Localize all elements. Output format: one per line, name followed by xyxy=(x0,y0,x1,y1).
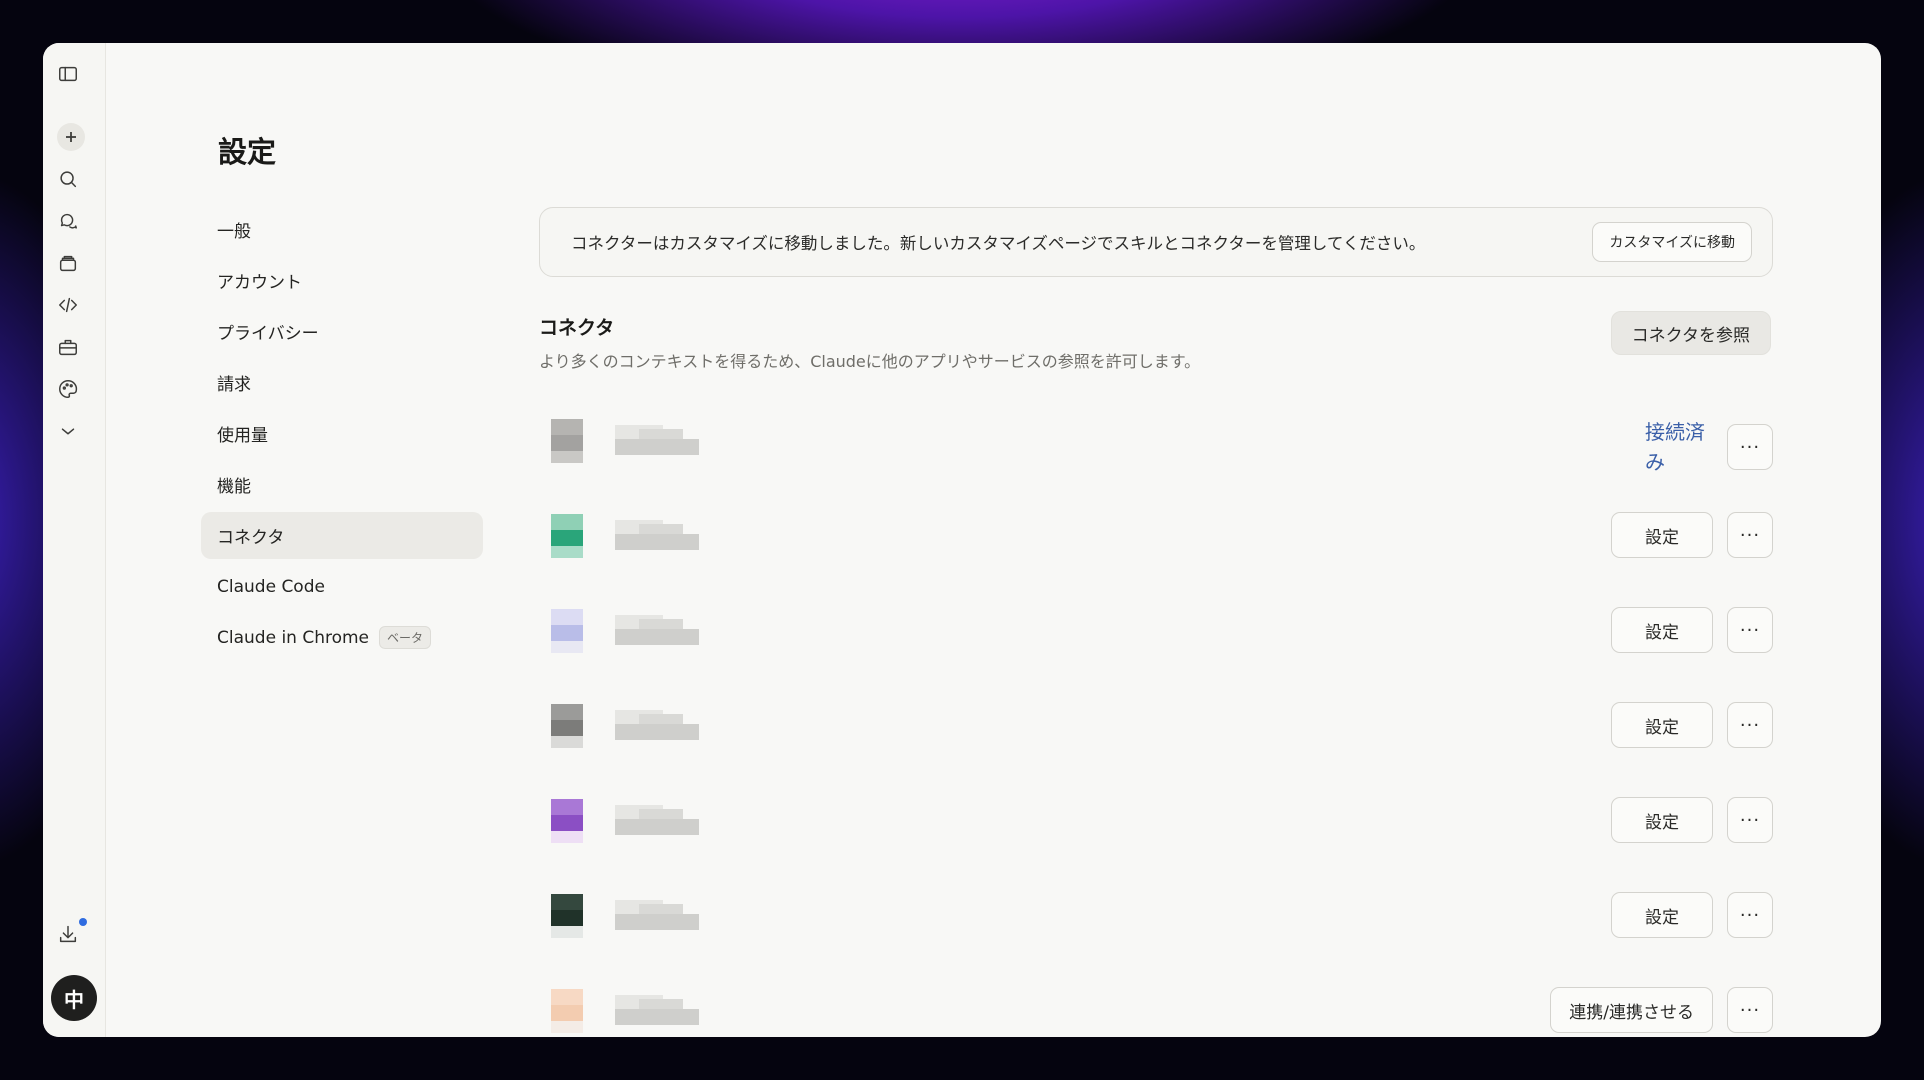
more-options-button[interactable]: ··· xyxy=(1727,702,1773,748)
chevron-down-icon[interactable] xyxy=(56,419,80,443)
more-options-button[interactable]: ··· xyxy=(1727,607,1773,653)
connector-logo-icon xyxy=(539,795,587,843)
notification-dot xyxy=(79,918,87,926)
nav-item-label: 請求 xyxy=(217,375,251,395)
nav-item-label: 機能 xyxy=(217,477,251,497)
settings-nav-item[interactable]: 請求 xyxy=(201,359,483,406)
more-options-button[interactable]: ··· xyxy=(1727,987,1773,1033)
settings-nav: 一般アカウントプライバシー 請求使用量機能コネクタ Claude Code Claud… xyxy=(201,206,483,665)
connector-config-button[interactable]: 設定 xyxy=(1611,607,1713,653)
page-title: 設定 xyxy=(218,135,277,169)
connector-config-button[interactable]: 設定 xyxy=(1611,512,1713,558)
new-chat-button[interactable] xyxy=(57,123,85,151)
connector-name-redacted xyxy=(599,805,699,835)
settings-nav-item[interactable]: 機能 xyxy=(201,461,483,508)
connector-name-redacted xyxy=(599,900,699,930)
projects-icon[interactable] xyxy=(56,251,80,275)
connector-actions: 接続済み ··· xyxy=(1645,417,1773,477)
connector-logo-icon xyxy=(539,415,587,463)
nav-item-label: Claude in Chrome xyxy=(217,627,370,648)
connector-logo-icon xyxy=(539,700,587,748)
settings-nav-item[interactable]: Claude in Chrome ベータ xyxy=(201,614,483,661)
nav-item-label: 一般 xyxy=(217,222,251,242)
connector-actions: 設定 ··· xyxy=(1611,607,1773,653)
connected-status-link[interactable]: 接続済み xyxy=(1645,417,1713,477)
code-icon[interactable] xyxy=(56,293,80,317)
palette-icon[interactable] xyxy=(56,377,80,401)
connector-logo-icon xyxy=(539,510,587,558)
moved-banner: コネクターはカスタマイズに移動しました。新しいカスタマイズページでスキルとコネク… xyxy=(539,207,1773,277)
connector-row: 連携/連携させる ··· xyxy=(539,967,1773,1037)
settings-nav-item[interactable]: 一般 xyxy=(201,206,483,253)
connector-config-button[interactable]: 設定 xyxy=(1611,892,1713,938)
beta-badge: ベータ xyxy=(379,626,432,649)
connector-name-redacted xyxy=(599,995,699,1025)
connector-logo-icon xyxy=(539,605,587,653)
more-options-button[interactable]: ··· xyxy=(1727,424,1773,470)
search-icon[interactable] xyxy=(56,167,80,191)
settings-nav-item[interactable]: プライバシー xyxy=(201,308,483,355)
download-icon[interactable] xyxy=(56,922,80,946)
avatar[interactable]: 中 xyxy=(51,975,97,1021)
connector-name-redacted xyxy=(599,710,699,740)
connector-config-button[interactable]: 設定 xyxy=(1611,702,1713,748)
connector-actions: 連携/連携させる ··· xyxy=(1550,987,1773,1033)
nav-item-label: コネクタ xyxy=(217,528,285,548)
more-options-button[interactable]: ··· xyxy=(1727,892,1773,938)
connector-row: 設定 ··· xyxy=(539,682,1773,777)
icon-rail: 中 xyxy=(43,43,106,1037)
nav-item-label: Claude Code xyxy=(217,576,325,597)
connector-logo-icon xyxy=(539,890,587,938)
settings-nav-item[interactable]: 使用量 xyxy=(201,410,483,457)
sidebar-toggle-icon[interactable] xyxy=(56,62,80,86)
connector-logo-icon xyxy=(539,985,587,1033)
nav-item-label: プライバシー xyxy=(217,324,319,344)
settings-nav-item[interactable]: アカウント xyxy=(201,257,483,304)
connector-list: 接続済み ··· 設定 ··· 設定 ··· 設定 ··· 設定 ··· 設定 ··· 連携/連携させる… xyxy=(539,397,1773,1037)
connector-name-redacted xyxy=(599,425,699,455)
connector-actions: 設定 ··· xyxy=(1611,702,1773,748)
nav-item-label: 使用量 xyxy=(217,426,268,446)
browse-connectors-button[interactable]: コネクタを参照 xyxy=(1610,311,1771,355)
connectors-header: コネクタ より多くのコンテキストを得るため、Claudeに他のアプリやサービスの… xyxy=(539,277,1773,397)
toolbox-icon[interactable] xyxy=(56,335,80,359)
main-content: コネクターはカスタマイズに移動しました。新しいカスタマイズページでスキルとコネク… xyxy=(539,207,1773,1037)
connector-row: 接続済み ··· xyxy=(539,397,1773,492)
go-to-customize-button[interactable]: カスタマイズに移動 xyxy=(1592,222,1752,262)
settings-nav-item[interactable]: コネクタ xyxy=(201,512,483,559)
connector-row: 設定 ··· xyxy=(539,777,1773,872)
settings-nav-item[interactable]: Claude Code xyxy=(201,563,483,610)
connector-actions: 設定 ··· xyxy=(1611,797,1773,843)
connector-row: 設定 ··· xyxy=(539,872,1773,967)
connector-config-button[interactable]: 設定 xyxy=(1611,797,1713,843)
section-title: コネクタ xyxy=(539,317,615,339)
connector-name-redacted xyxy=(599,615,699,645)
more-options-button[interactable]: ··· xyxy=(1727,797,1773,843)
chats-icon[interactable] xyxy=(56,209,80,233)
banner-text: コネクターはカスタマイズに移動しました。新しいカスタマイズページでスキルとコネク… xyxy=(571,234,1426,253)
app-window: 中 設定 一般 アカウント プライバシー 請求 使用量 機能 コネクタ Claude Code… xyxy=(43,43,1881,1037)
section-description: より多くのコンテキストを得るため、Claudeに他のアプリやサービスの参照を許可… xyxy=(539,352,1201,371)
connector-row: 設定 ··· xyxy=(539,587,1773,682)
connector-actions: 設定 ··· xyxy=(1611,512,1773,558)
connector-actions: 設定 ··· xyxy=(1611,892,1773,938)
connector-name-redacted xyxy=(599,520,699,550)
more-options-button[interactable]: ··· xyxy=(1727,512,1773,558)
connector-row: 設定 ··· xyxy=(539,492,1773,587)
nav-item-label: アカウント xyxy=(217,273,302,293)
plus-icon xyxy=(66,132,76,142)
connector-config-button[interactable]: 連携/連携させる xyxy=(1550,987,1713,1033)
